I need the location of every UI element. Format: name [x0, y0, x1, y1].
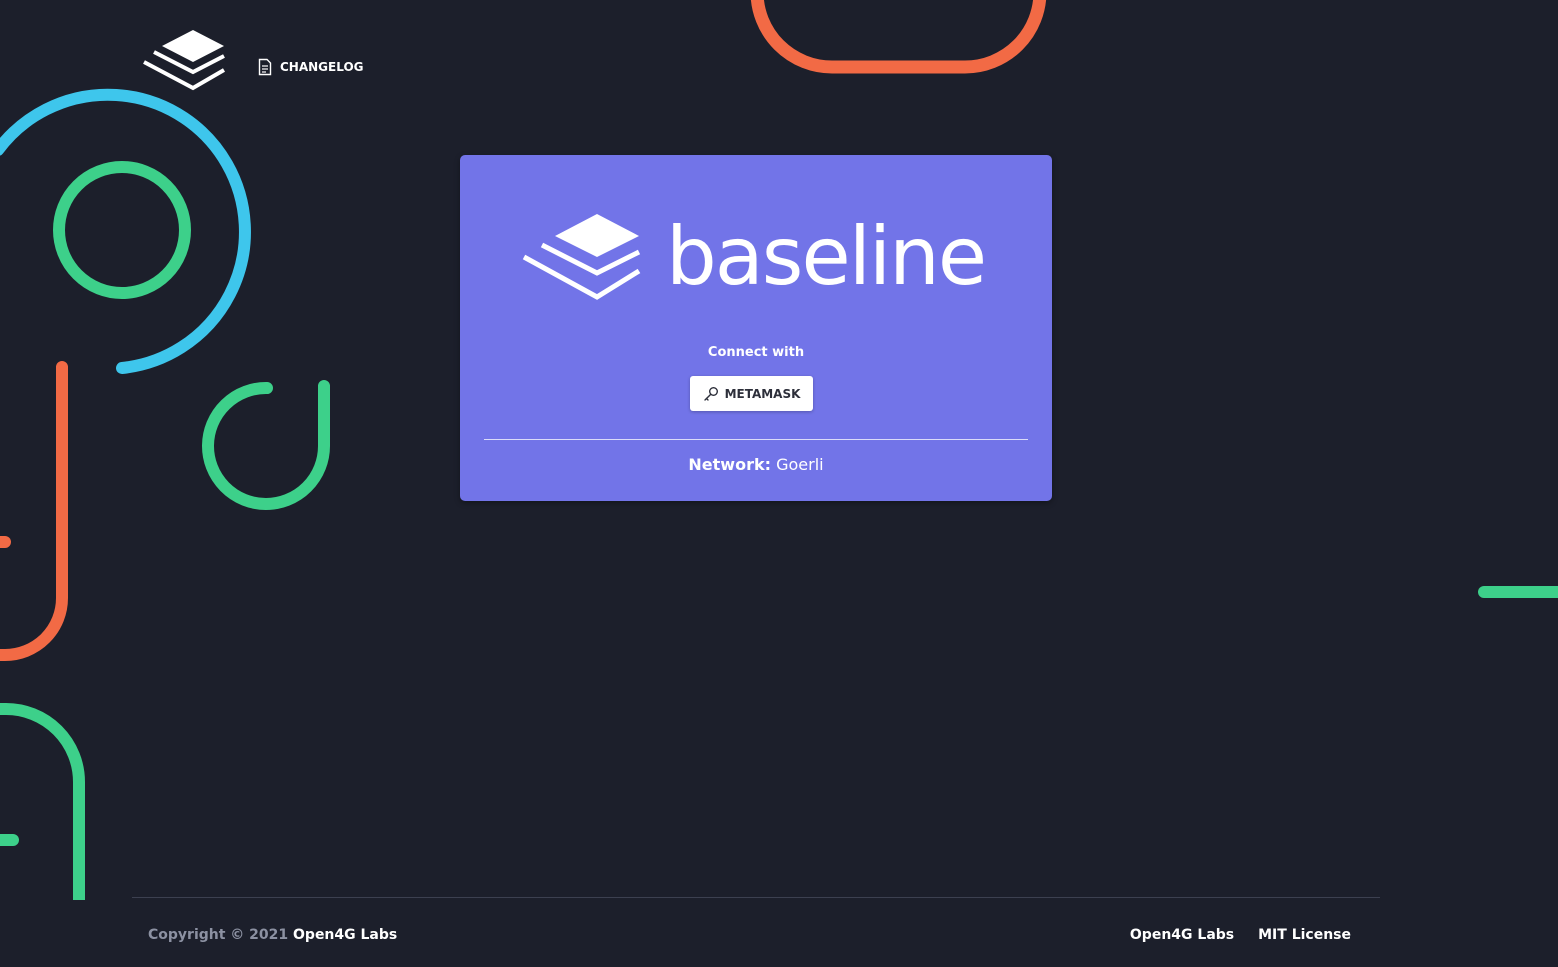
- footer-links: Open4G Labs MIT License: [1130, 927, 1351, 943]
- changelog-label: CHANGELOG: [280, 60, 364, 74]
- connect-label: Connect with: [707, 345, 805, 360]
- baseline-logo: baseline: [520, 210, 987, 307]
- baseline-stack-icon[interactable]: [138, 28, 228, 98]
- footer-divider: [132, 897, 1380, 898]
- green-ring-decoration: [53, 161, 191, 299]
- copyright-text: Copyright © 2021: [148, 927, 289, 943]
- brand-name: baseline: [666, 210, 987, 303]
- network-value: Goerli: [776, 455, 824, 474]
- metamask-label: METAMASK: [724, 386, 801, 401]
- orange-u-decoration: [750, 0, 1047, 74]
- document-icon: [258, 58, 272, 76]
- connect-card: baseline Connect with METAMASK Network: …: [460, 155, 1052, 501]
- network-status: Network: Goerli: [460, 455, 1052, 474]
- blue-arc-decoration: [0, 88, 251, 374]
- green-hook-decoration: [202, 380, 330, 510]
- card-divider: [484, 439, 1028, 440]
- footer-copyright: Copyright © 2021 Open4G Labs: [148, 927, 397, 943]
- footer-link-open4g-labs[interactable]: Open4G Labs: [1130, 927, 1234, 943]
- copyright-company: Open4G Labs: [293, 927, 398, 943]
- footer-link-mit-license[interactable]: MIT License: [1258, 927, 1351, 943]
- metamask-button[interactable]: METAMASK: [690, 376, 813, 411]
- changelog-link[interactable]: CHANGELOG: [258, 58, 364, 76]
- orange-j-decoration: [0, 361, 68, 661]
- baseline-stack-icon: [522, 214, 641, 300]
- green-arch-decoration: [0, 703, 85, 900]
- page: CHANGELOG baseline Connect with METAMASK…: [0, 0, 1558, 967]
- key-icon: [703, 386, 718, 401]
- network-label: Network:: [688, 455, 771, 474]
